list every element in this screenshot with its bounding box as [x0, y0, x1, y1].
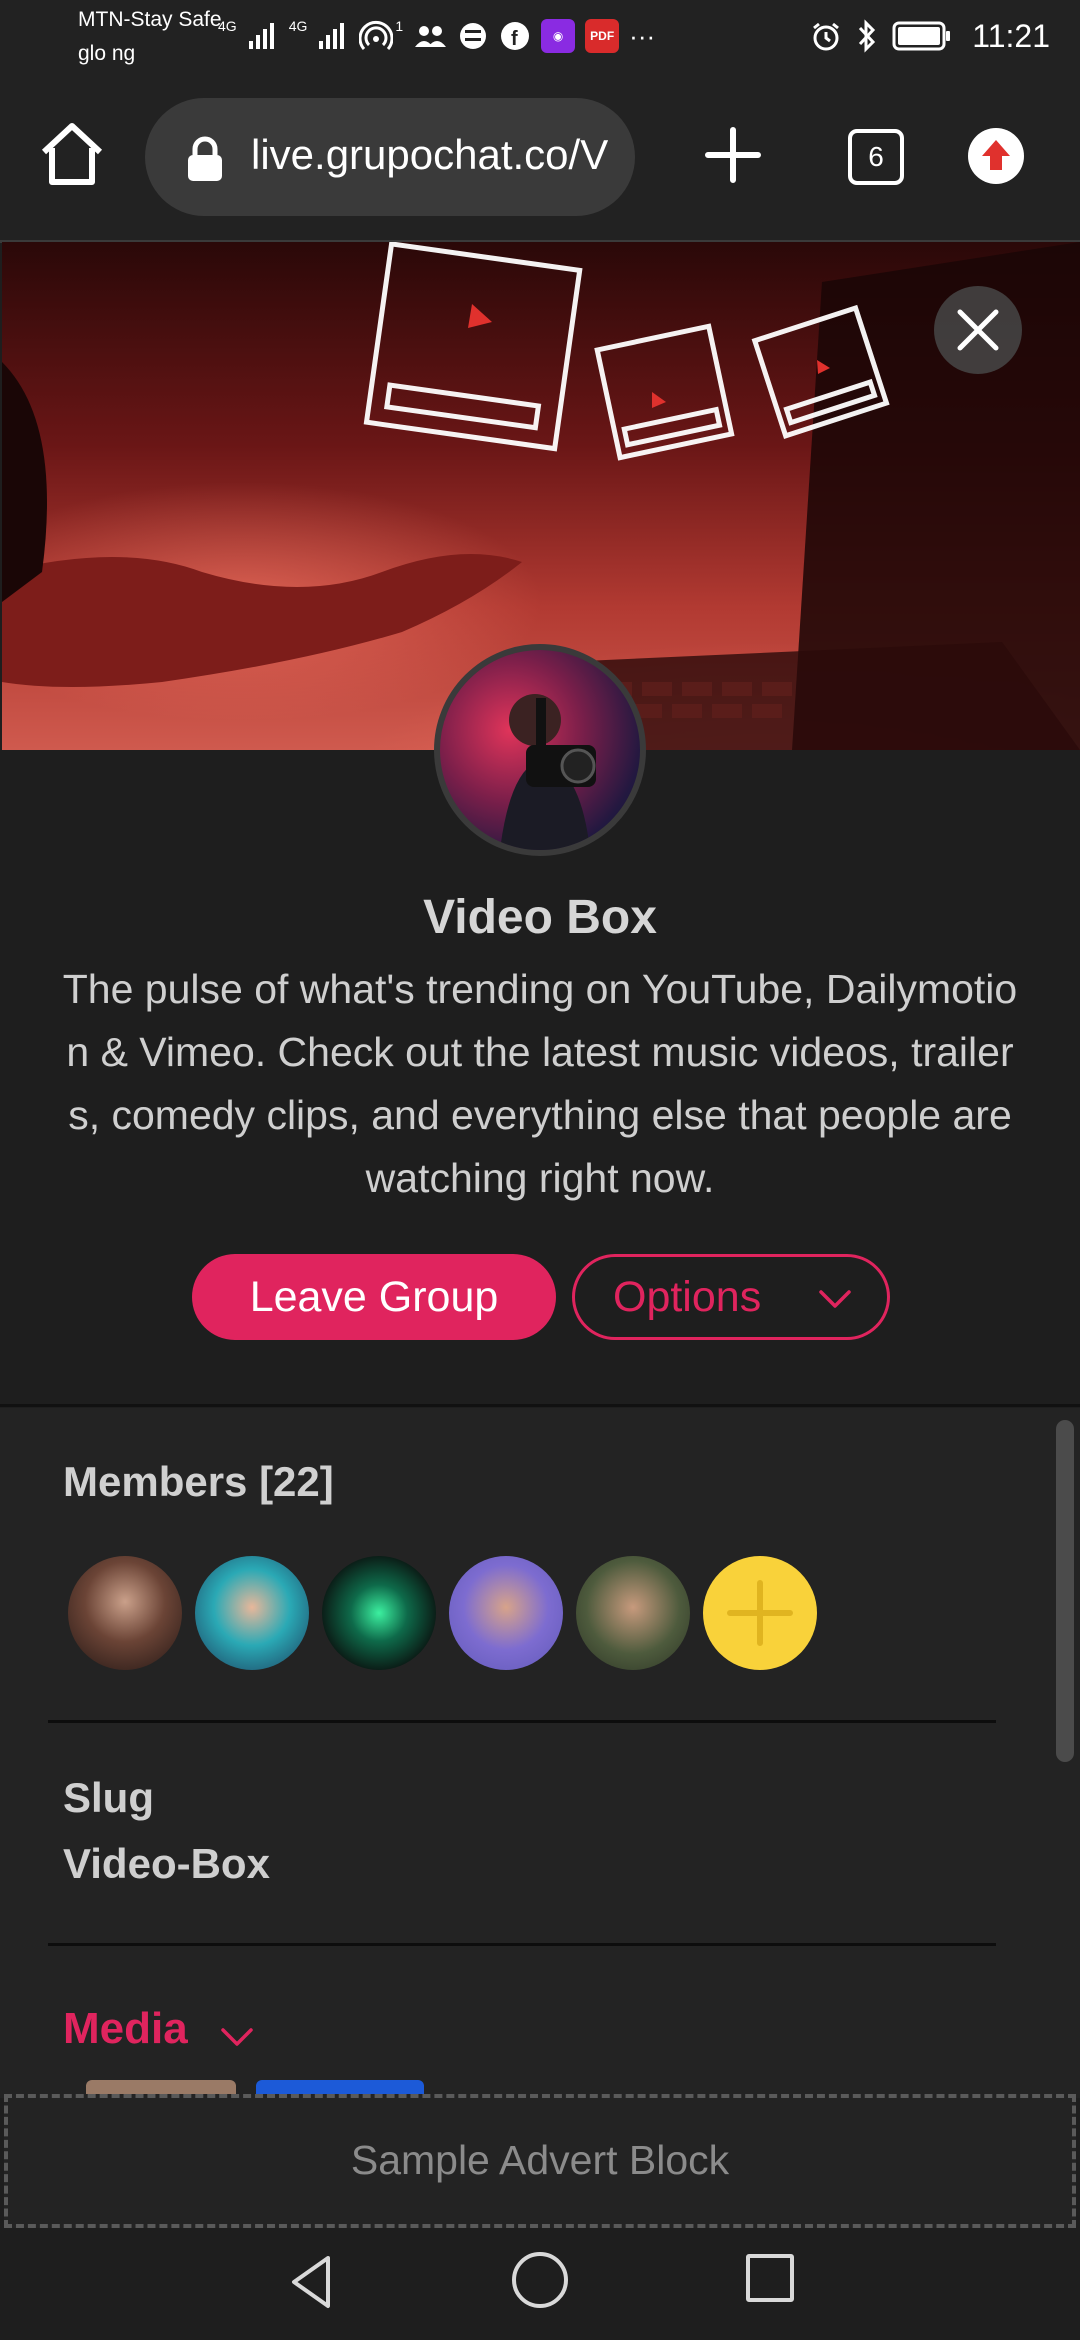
group-title: Video Box: [423, 891, 657, 944]
divider: [48, 1720, 996, 1723]
section-divider: [0, 1404, 1080, 1407]
plus-icon: [727, 1580, 793, 1646]
leave-group-button[interactable]: Leave Group: [192, 1254, 556, 1340]
slug-label: Slug: [63, 1774, 154, 1821]
url-text[interactable]: live.grupochat.co/V: [251, 131, 608, 179]
group-description: The pulse of what's trending on YouTube,…: [62, 966, 1018, 1201]
browser-toolbar: live.grupochat.co/V 6: [0, 80, 1080, 243]
pdf-icon: PDF: [585, 19, 620, 53]
status-bar: MTN-Stay Safe glo ng 4G 4G 1 f ◉ PDF ···…: [0, 0, 1080, 80]
chevron-down-icon: [819, 1290, 851, 1308]
member-avatar-3[interactable]: [322, 1556, 436, 1670]
vpn-icon: [460, 23, 487, 49]
options-label: Options: [613, 1273, 762, 1321]
status-icons-right: 11:21: [810, 14, 1050, 58]
address-bar[interactable]: live.grupochat.co/V: [145, 98, 635, 216]
add-member-button[interactable]: [703, 1556, 817, 1670]
new-tab-icon[interactable]: [700, 122, 766, 188]
group-info-panel[interactable]: Members [22] Slug Video-Box Media: [0, 1408, 1080, 2098]
recent-apps-icon[interactable]: [746, 2254, 794, 2302]
network-type-label: 4G: [218, 18, 237, 34]
tab-switcher-button[interactable]: 6: [848, 129, 904, 185]
member-avatar-1[interactable]: [68, 1556, 182, 1670]
system-navigation-bar: [0, 2228, 1080, 2340]
back-icon[interactable]: [282, 2250, 346, 2314]
home-icon[interactable]: [36, 118, 108, 190]
update-button[interactable]: [968, 128, 1024, 184]
alarm-icon: [813, 22, 840, 51]
contacts-icon: [415, 26, 447, 47]
chevron-down-icon[interactable]: [218, 2018, 256, 2056]
slug-value: Video-Box: [63, 1840, 270, 1887]
lock-icon: [188, 136, 222, 181]
carrier-name: MTN-Stay Safe: [78, 8, 222, 31]
member-avatar-4[interactable]: [449, 1556, 563, 1670]
group-avatar: [434, 644, 646, 856]
more-notifications: ···: [629, 20, 656, 51]
upload-arrow-icon: [982, 140, 1010, 170]
signal-icon: [248, 23, 274, 49]
svg-text:f: f: [511, 28, 518, 50]
member-avatar-2[interactable]: [195, 1556, 309, 1670]
options-dropdown-button[interactable]: Options: [572, 1254, 890, 1340]
network-type-label-2: 4G: [288, 18, 308, 34]
carrier-name-secondary: glo ng: [78, 42, 136, 65]
battery-icon: [892, 21, 951, 51]
advert-block[interactable]: Sample Advert Block: [4, 2094, 1076, 2228]
facebook-icon: f: [501, 22, 530, 50]
app-icon: ◉: [541, 19, 576, 53]
members-heading: Members [22]: [63, 1458, 334, 1505]
panel-scrollbar[interactable]: [1056, 1420, 1074, 1762]
pdf-badge-label: PDF: [590, 29, 615, 43]
close-button[interactable]: [934, 286, 1022, 374]
close-icon: [957, 309, 999, 351]
bluetooth-icon: [859, 19, 876, 53]
videographer-illustration: [500, 694, 596, 850]
clock: 11:21: [972, 17, 1050, 54]
members-avatar-row: [68, 1556, 817, 1670]
home-nav-icon[interactable]: [512, 2252, 568, 2308]
divider: [48, 1943, 996, 1946]
media-section-toggle[interactable]: Media: [63, 2004, 188, 2054]
hotspot-icon: [359, 20, 394, 50]
hotspot-count: 1: [395, 18, 404, 34]
signal-icon-2: [319, 23, 345, 49]
status-icons-left: 4G 4G 1 f ◉ PDF ···: [218, 14, 655, 58]
member-avatar-5[interactable]: [576, 1556, 690, 1670]
